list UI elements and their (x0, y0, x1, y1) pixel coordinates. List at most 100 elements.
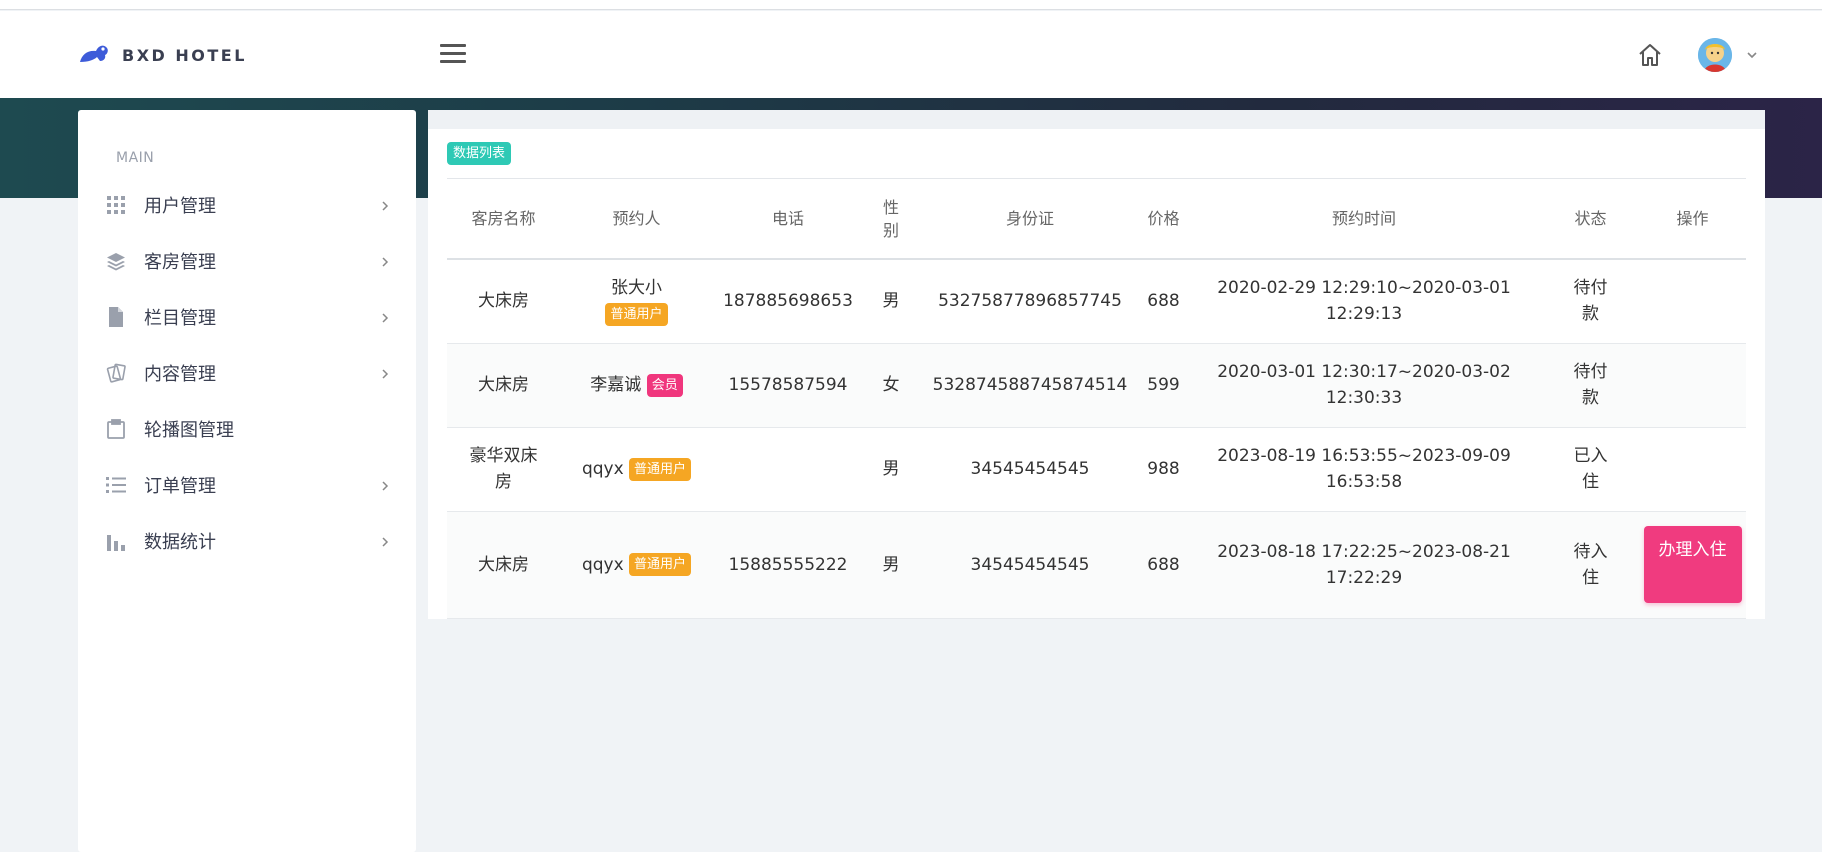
time-range-start: 2020-03-01 12:30:17~2020-03-02 (1217, 362, 1511, 382)
cell-person: qqyx 普通用户 (560, 511, 713, 619)
cell-room: 大床房 (447, 343, 560, 428)
cell-action: 办理入住 (1639, 511, 1746, 619)
cell-action (1639, 343, 1746, 428)
chevron-right-icon (378, 198, 392, 212)
chevron-right-icon (378, 310, 392, 324)
cell-id-card: 53275877896857745 (919, 259, 1141, 344)
top-border (0, 0, 1822, 10)
time-range-start: 2020-02-29 12:29:10~2020-03-01 (1217, 278, 1511, 299)
logo-text: BXD HOTEL (122, 45, 247, 65)
table-row: 大床房 李嘉诚 会员 15578587594 女 532874588745874… (447, 343, 1746, 428)
cell-gender: 男 (863, 511, 919, 619)
cell-status: 待付款 (1542, 343, 1639, 428)
sidebar-item-column-management[interactable]: 栏目管理 (78, 289, 416, 345)
column-header-id-card: 身份证 (919, 179, 1141, 260)
bar-chart-icon (106, 531, 126, 551)
cell-gender: 男 (863, 427, 919, 512)
cell-time: 2020-03-01 12:30:17~2020-03-02 12:30:33 (1186, 343, 1542, 428)
cell-phone (713, 427, 863, 512)
column-header-action: 操作 (1639, 179, 1746, 260)
home-icon[interactable] (1636, 41, 1664, 69)
chevron-down-icon[interactable] (1744, 47, 1760, 63)
user-type-badge: 普通用户 (629, 457, 692, 481)
clipboard-icon (106, 419, 126, 439)
sidebar-item-label: 栏目管理 (144, 308, 216, 329)
sidebar-item-label: 内容管理 (144, 364, 216, 385)
cell-person: 张大小 普通用户 (560, 259, 713, 344)
table-row: 豪华双床房 qqyx 普通用户 男 34545454545 988 2023-0… (447, 427, 1746, 512)
column-header-gender: 性别 (863, 179, 919, 260)
cell-person: qqyx 普通用户 (560, 427, 713, 512)
data-list-tag: 数据列表 (447, 142, 512, 165)
column-header-room: 客房名称 (447, 179, 560, 260)
logo[interactable]: BXD HOTEL (78, 42, 247, 68)
column-header-status: 状态 (1542, 179, 1639, 260)
table-row: 大床房 qqyx 普通用户 15885555222 男 34545454545 … (447, 511, 1746, 619)
cell-id-card: 34545454545 (919, 511, 1141, 619)
grid-icon (106, 195, 126, 215)
cell-status: 待入住 (1542, 511, 1639, 619)
cell-action (1639, 427, 1746, 512)
sidebar-item-label: 轮播图管理 (144, 420, 234, 441)
sidebar-item-room-management[interactable]: 客房管理 (78, 233, 416, 289)
sidebar-item-label: 用户管理 (144, 196, 216, 217)
sidebar-item-label: 客房管理 (144, 252, 216, 273)
sidebar-item-label: 数据统计 (144, 532, 216, 553)
cell-time: 2023-08-19 16:53:55~2023-09-09 16:53:58 (1186, 427, 1542, 512)
time-range-end: 16:53:58 (1325, 472, 1403, 492)
time-range-start: 2023-08-18 17:22:25~2023-08-21 (1217, 541, 1511, 562)
cell-phone: 15578587594 (713, 343, 863, 428)
file-icon (106, 307, 126, 327)
person-name: 张大小 (611, 278, 662, 299)
cell-room: 大床房 (447, 259, 560, 344)
hamburger-menu-icon[interactable] (440, 44, 466, 66)
cell-gender: 男 (863, 259, 919, 344)
cell-time: 2023-08-18 17:22:25~2023-08-21 17:22:29 (1186, 511, 1542, 619)
sidebar-item-order-management[interactable]: 订单管理 (78, 457, 416, 513)
chevron-right-icon (378, 366, 392, 380)
user-type-badge: 普通用户 (629, 553, 692, 576)
cell-gender: 女 (863, 343, 919, 428)
cell-room: 大床房 (447, 511, 560, 619)
cell-person: 李嘉诚 会员 (560, 343, 713, 428)
sidebar-section-title: MAIN (116, 150, 155, 166)
cards-icon (106, 363, 126, 383)
sidebar-item-content-management[interactable]: 内容管理 (78, 345, 416, 401)
column-header-person: 预约人 (560, 179, 713, 260)
cell-id-card: 34545454545 (919, 427, 1141, 512)
time-range-end: 17:22:29 (1325, 567, 1403, 588)
cell-status: 已入住 (1542, 427, 1639, 512)
frog-logo-icon (78, 42, 110, 68)
layers-icon (106, 251, 126, 271)
user-type-badge: 普通用户 (605, 302, 668, 326)
cell-phone: 15885555222 (713, 511, 863, 619)
table-header-row: 客房名称 预约人 电话 性别 身份证 价格 预约时间 状态 操作 (447, 179, 1746, 260)
booking-table: 客房名称 预约人 电话 性别 身份证 价格 预约时间 状态 操作 大床房 张大小… (447, 179, 1746, 619)
cell-price: 599 (1141, 343, 1186, 428)
chevron-right-icon (378, 534, 392, 548)
check-in-button[interactable]: 办理入住 (1643, 526, 1742, 603)
cell-action (1639, 259, 1746, 344)
column-header-time: 预约时间 (1186, 179, 1542, 260)
sidebar-item-statistics[interactable]: 数据统计 (78, 513, 416, 569)
time-range-start: 2023-08-19 16:53:55~2023-09-09 (1217, 446, 1511, 466)
cell-price: 688 (1141, 259, 1186, 344)
person-name: qqyx (581, 459, 624, 479)
time-range-end: 12:29:13 (1325, 304, 1403, 325)
top-header: BXD HOTEL (0, 11, 1822, 98)
cell-time: 2020-02-29 12:29:10~2020-03-01 12:29:13 (1186, 259, 1542, 344)
cell-price: 688 (1141, 511, 1186, 619)
table-row: 大床房 张大小 普通用户 187885698653 男 532758778968… (447, 259, 1746, 344)
sidebar-item-user-management[interactable]: 用户管理 (78, 177, 416, 233)
cell-room: 豪华双床房 (447, 427, 560, 512)
list-icon (106, 475, 126, 495)
column-header-phone: 电话 (713, 179, 863, 260)
sidebar-item-label: 订单管理 (144, 476, 216, 497)
cell-id-card: 532874588745874514 (919, 343, 1141, 428)
sidebar: MAIN 用户管理 客房管理 栏目管理 内容管理 轮播图管理 订单管理 数据统计 (78, 110, 416, 852)
chevron-right-icon (378, 478, 392, 492)
member-badge: 会员 (646, 373, 683, 397)
user-avatar[interactable] (1698, 38, 1732, 72)
sidebar-item-carousel-management[interactable]: 轮播图管理 (78, 401, 416, 457)
time-range-end: 12:30:33 (1325, 388, 1403, 408)
